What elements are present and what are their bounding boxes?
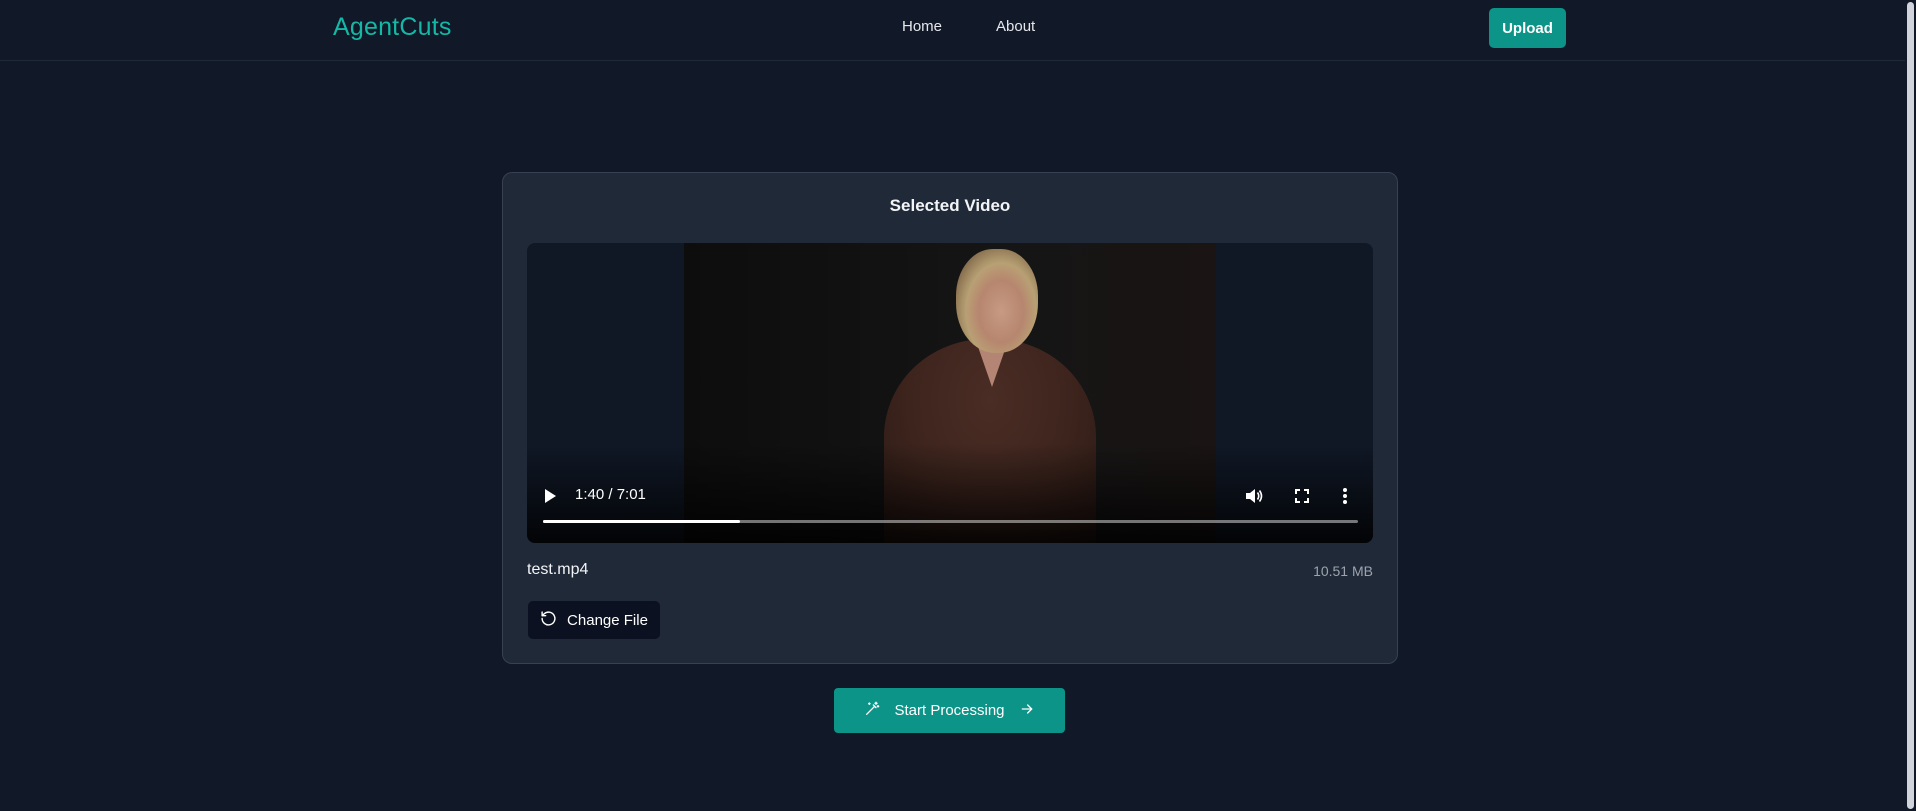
page-scrollbar[interactable] [1905,0,1916,811]
video-subject-head [956,249,1038,353]
app-logo[interactable]: AgentCuts [333,13,452,42]
video-time-display: 1:40 / 7:01 [575,486,646,503]
video-progress-fill [543,520,741,523]
arrow-right-icon [1019,701,1035,721]
wand-icon [864,701,880,721]
page: AgentCuts Home About Upload Selected Vid… [0,0,1916,811]
nav-about-link[interactable]: About [996,18,1035,35]
card-title: Selected Video [889,196,1011,215]
file-size: 10.51 MB [1313,563,1373,579]
change-file-button[interactable]: Change File [528,601,660,639]
selected-video-card: Selected Video 1:40 / 7:01 test.mp4 10.5… [502,172,1398,664]
change-file-label: Change File [567,611,648,629]
start-processing-button[interactable]: Start Processing [834,688,1065,733]
volume-icon[interactable] [1245,488,1263,508]
top-nav-bar: AgentCuts Home About Upload [0,0,1905,61]
fullscreen-icon[interactable] [1294,488,1310,508]
start-processing-label: Start Processing [894,702,1005,719]
scrollbar-thumb[interactable] [1907,2,1914,809]
video-progress-bar[interactable] [543,520,1358,523]
upload-button[interactable]: Upload [1489,8,1566,48]
play-icon[interactable] [543,488,557,508]
more-options-icon[interactable] [1342,487,1348,509]
nav-home-link[interactable]: Home [902,18,942,35]
file-name: test.mp4 [527,561,589,578]
rotate-ccw-icon [540,610,557,631]
video-player[interactable]: 1:40 / 7:01 [527,243,1373,543]
